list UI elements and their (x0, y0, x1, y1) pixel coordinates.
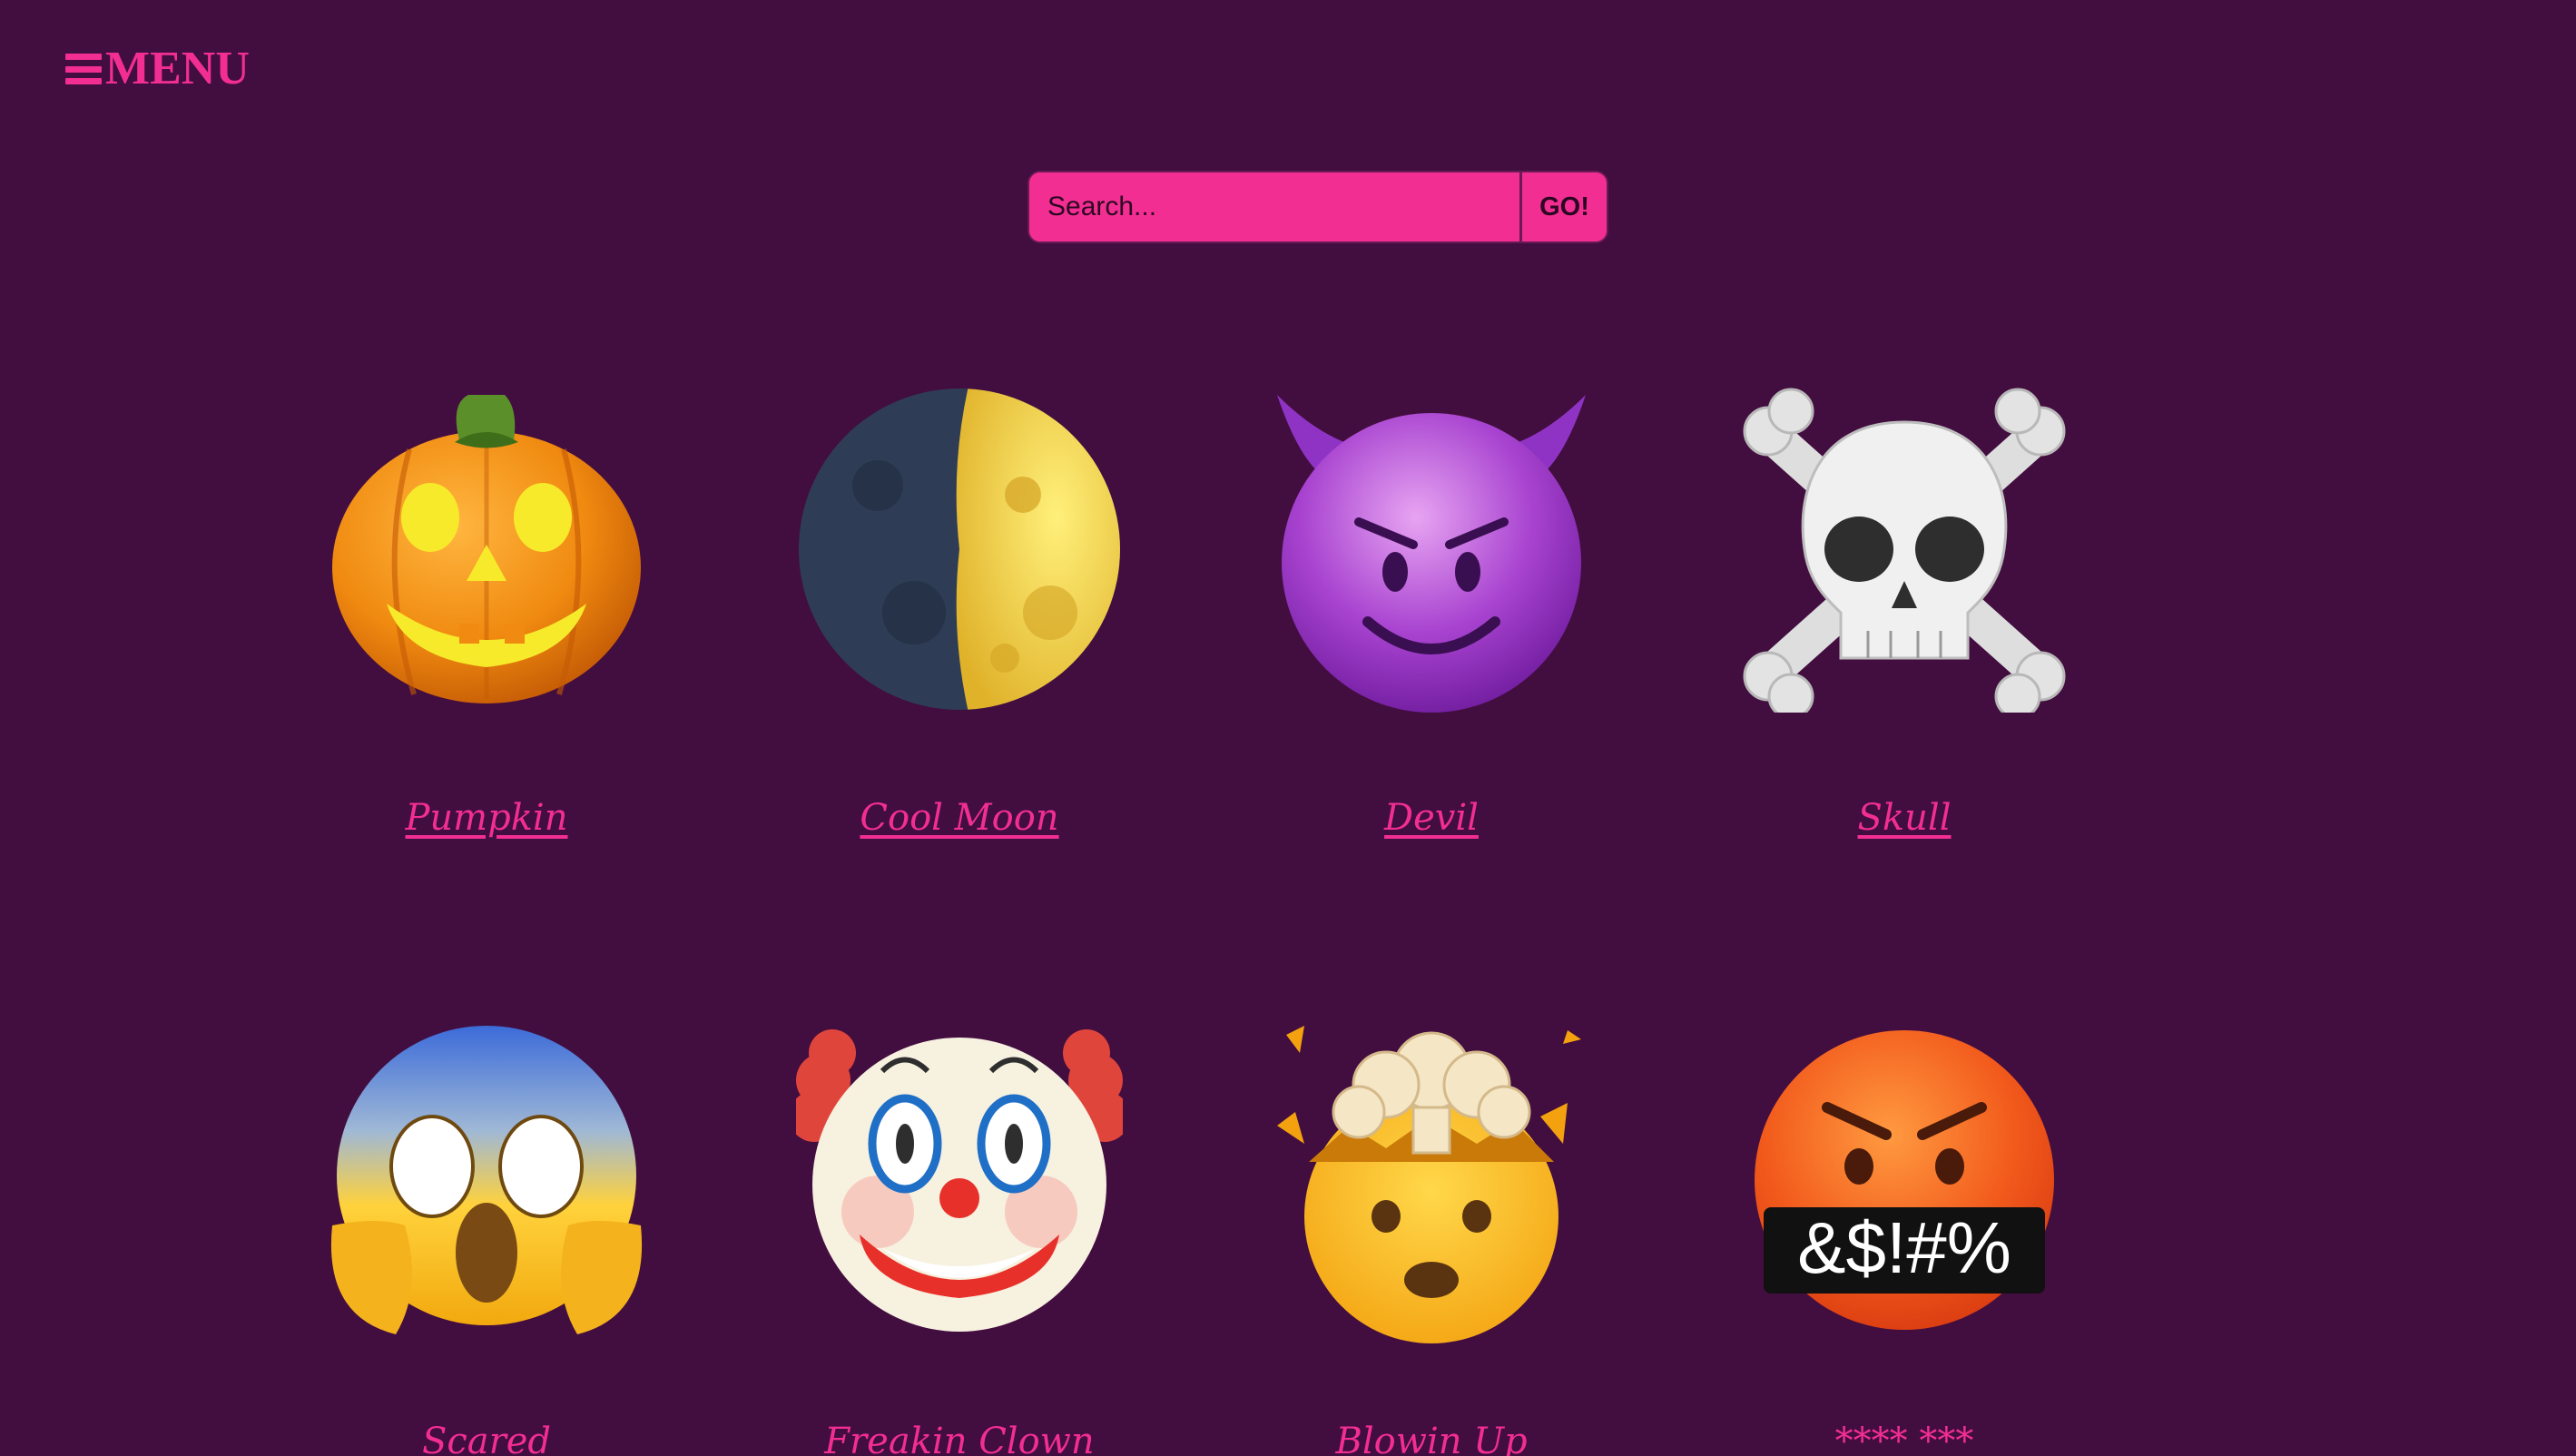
search-bar: GO! (1027, 171, 1608, 243)
cursing-face-icon[interactable]: &$!#% (1741, 1017, 2068, 1343)
emoji-card[interactable]: Skull (1741, 386, 2068, 839)
page: MENU GO! Pu (0, 0, 2576, 1456)
emoji-card[interactable]: Devil (1268, 386, 1595, 839)
skull-crossbones-icon[interactable] (1741, 386, 2068, 713)
scream-face-icon[interactable] (323, 1017, 650, 1343)
hamburger-icon (65, 54, 102, 84)
jack-o-lantern-icon[interactable] (323, 386, 650, 713)
emoji-card[interactable]: Freakin Clown (796, 1017, 1123, 1456)
emoji-card[interactable]: Blowin Up (1268, 1017, 1595, 1456)
emoji-label[interactable]: Scared (323, 1421, 650, 1456)
menu-label: MENU (105, 43, 250, 94)
clown-face-icon[interactable] (796, 1017, 1123, 1343)
devil-icon[interactable] (1268, 386, 1595, 713)
svg-text:&$!#%: &$!#% (1797, 1207, 2011, 1288)
emoji-card[interactable]: Pumpkin (323, 386, 650, 839)
emoji-label[interactable]: **** *** (1741, 1421, 2068, 1456)
menu-button[interactable]: MENU (65, 45, 250, 93)
emoji-card[interactable]: &$!#% **** *** (1741, 1017, 2068, 1456)
emoji-label[interactable]: Freakin Clown (796, 1421, 1123, 1456)
emoji-label[interactable]: Blowin Up (1268, 1421, 1595, 1456)
search-input[interactable] (1029, 172, 1519, 241)
emoji-label[interactable]: Devil (1268, 797, 1595, 839)
emoji-label[interactable]: Cool Moon (796, 797, 1123, 839)
exploding-head-icon[interactable] (1268, 1017, 1595, 1343)
moon-icon[interactable] (796, 386, 1123, 713)
emoji-label[interactable]: Skull (1741, 797, 2068, 839)
emoji-label[interactable]: Pumpkin (323, 797, 650, 839)
go-button[interactable]: GO! (1519, 172, 1607, 241)
emoji-card[interactable]: Cool Moon (796, 386, 1123, 839)
emoji-card[interactable]: Scared (323, 1017, 650, 1456)
